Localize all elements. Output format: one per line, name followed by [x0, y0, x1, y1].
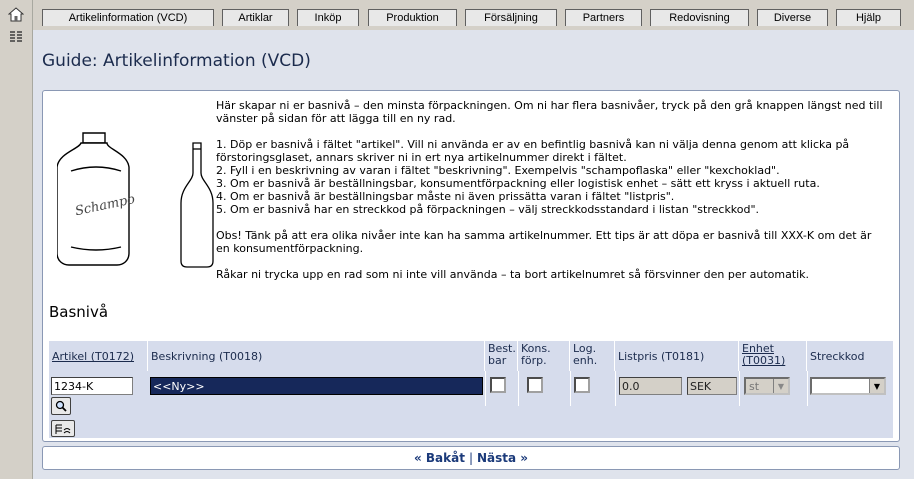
- guide-note-2: Råkar ni trycka upp en rad som ni inte v…: [216, 268, 810, 281]
- page-title: Guide: Artikelinformation (VCD): [42, 51, 311, 71]
- step-1: 1. Döp er basnivå i fältet "artikel". Vi…: [216, 138, 850, 151]
- left-toolbar: [0, 0, 33, 479]
- tab-diverse[interactable]: Diverse: [757, 9, 828, 26]
- home-icon[interactable]: [7, 6, 25, 22]
- back-link[interactable]: « Bakåt: [414, 451, 465, 465]
- guide-steps: 1. Döp er basnivå i fältet "artikel". Vi…: [216, 138, 888, 216]
- cell-divider: [739, 371, 740, 406]
- top-menu-bar: Artikelinformation (VCD) Artiklar Inköp …: [33, 0, 914, 30]
- header-enhet: Enhet (T0031): [739, 341, 807, 371]
- header-best-bar: Best. bar: [485, 341, 518, 371]
- wizard-navigation: « Bakåt | Nästa »: [42, 446, 900, 470]
- next-link[interactable]: Nästa »: [477, 451, 528, 465]
- cell-divider: [518, 371, 519, 406]
- step-5: 5. Om er basnivå har en streckkod på för…: [216, 203, 760, 216]
- guide-panel: Schampo Här skapar ni er basnivå – den m…: [42, 90, 900, 442]
- log-enh-checkbox[interactable]: [574, 377, 590, 393]
- streckkod-select[interactable]: ▼: [810, 377, 886, 395]
- cell-divider: [807, 371, 808, 406]
- guide-note: Obs! Tänk på att era olika nivåer inte k…: [216, 229, 872, 255]
- tab-produktion[interactable]: Produktion: [368, 9, 457, 26]
- tab-hjalp[interactable]: Hjälp: [836, 9, 901, 26]
- add-row-icon[interactable]: [51, 420, 75, 437]
- header-kons-forp: Kons. förp.: [518, 341, 570, 371]
- tab-partners[interactable]: Partners: [565, 9, 642, 26]
- header-listpris: Listpris (T0181): [615, 341, 739, 371]
- guide-intro: Här skapar ni er basnivå – den minsta fö…: [216, 99, 883, 125]
- best-bar-checkbox[interactable]: [490, 377, 506, 393]
- step-1-cont: förstoringsglaset, annars skriver ni in …: [216, 151, 627, 164]
- header-artikel: Artikel (T0172): [49, 341, 148, 371]
- step-4: 4. Om er basnivå är beställningsbar måst…: [216, 190, 675, 203]
- enhet-select[interactable]: st ▼: [744, 377, 790, 395]
- basniva-grid: Artikel (T0172) Beskrivning (T0018) Best…: [49, 341, 893, 438]
- chevron-down-icon: ▼: [773, 379, 788, 393]
- section-title: Basnivå: [49, 303, 109, 321]
- cell-divider: [570, 371, 571, 406]
- guide-text: Här skapar ni er basnivå – den minsta fö…: [216, 99, 888, 294]
- bottle-illustration: Schampo: [57, 132, 214, 268]
- tab-artiklar[interactable]: Artiklar: [222, 9, 289, 26]
- header-log-enh: Log. enh.: [570, 341, 615, 371]
- listpris-input[interactable]: [619, 377, 682, 395]
- beskrivning-input[interactable]: [150, 377, 483, 395]
- chevron-down-icon: ▼: [869, 379, 884, 393]
- tab-inkop[interactable]: Inköp: [297, 9, 359, 26]
- main-content: Guide: Artikelinformation (VCD) Schampo …: [33, 30, 914, 479]
- step-2: 2. Fyll i en beskrivning av varan i fält…: [216, 164, 780, 177]
- kons-forp-checkbox[interactable]: [527, 377, 543, 393]
- tab-redovisning[interactable]: Redovisning: [650, 9, 749, 26]
- nav-separator: |: [468, 451, 473, 465]
- tab-forsaljning[interactable]: Försäljning: [465, 9, 557, 26]
- header-streckkod: Streckkod: [807, 341, 893, 371]
- cell-divider: [485, 371, 486, 406]
- magnifier-icon[interactable]: [51, 397, 71, 415]
- valuta-input[interactable]: [687, 377, 737, 395]
- tab-artikelinformation[interactable]: Artikelinformation (VCD): [42, 9, 214, 26]
- list-icon[interactable]: [7, 29, 25, 45]
- cell-divider: [615, 371, 616, 406]
- artikel-input[interactable]: [51, 377, 133, 395]
- header-beskrivning: Beskrivning (T0018): [148, 341, 485, 371]
- step-3: 3. Om er basnivå är beställningsbar, kon…: [216, 177, 820, 190]
